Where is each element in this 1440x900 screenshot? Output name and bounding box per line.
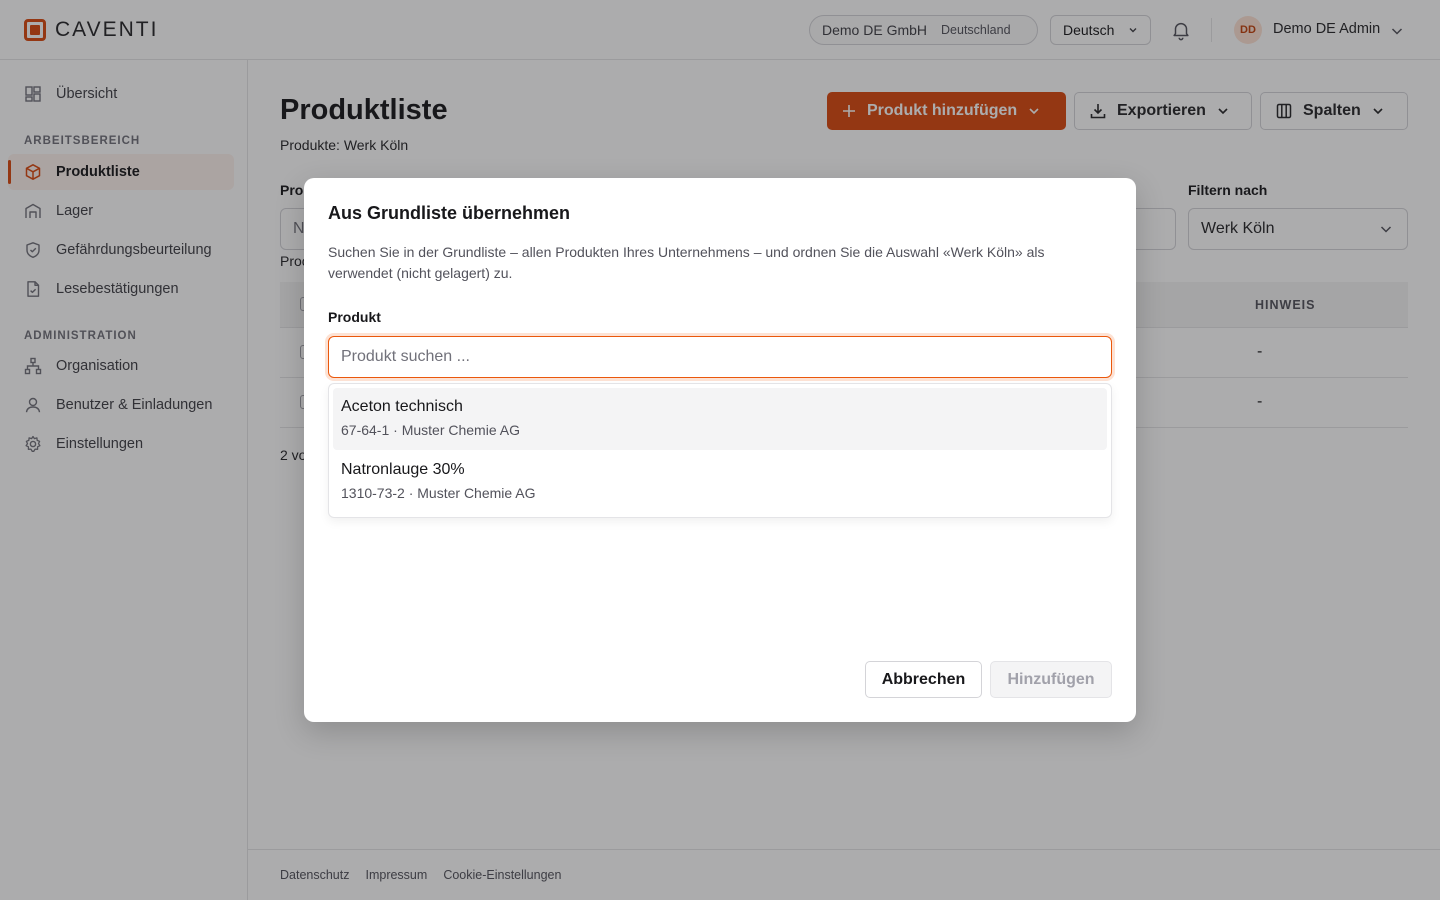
add-button[interactable]: Hinzufügen <box>990 661 1112 698</box>
product-field-label: Produkt <box>328 309 381 325</box>
list-item[interactable]: Natronlauge 30% 1310-73-2 · Muster Chemi… <box>333 451 1107 513</box>
product-suggestions-list: Aceton technisch 67-64-1 · Muster Chemie… <box>328 383 1112 518</box>
option-name: Natronlauge 30% <box>341 461 465 478</box>
import-from-base-list-dialog: Aus Grundliste übernehmen Suchen Sie in … <box>304 178 1136 722</box>
cancel-button[interactable]: Abbrechen <box>865 661 982 698</box>
product-search-input[interactable] <box>328 336 1112 378</box>
list-item[interactable]: Aceton technisch 67-64-1 · Muster Chemie… <box>333 388 1107 450</box>
dialog-description: Suchen Sie in der Grundliste – allen Pro… <box>328 244 1045 281</box>
option-meta: 1310-73-2 · Muster Chemie AG <box>341 485 536 501</box>
option-name: Aceton technisch <box>341 398 463 415</box>
dialog-title: Aus Grundliste übernehmen <box>328 203 571 223</box>
option-meta: 67-64-1 · Muster Chemie AG <box>341 422 520 438</box>
